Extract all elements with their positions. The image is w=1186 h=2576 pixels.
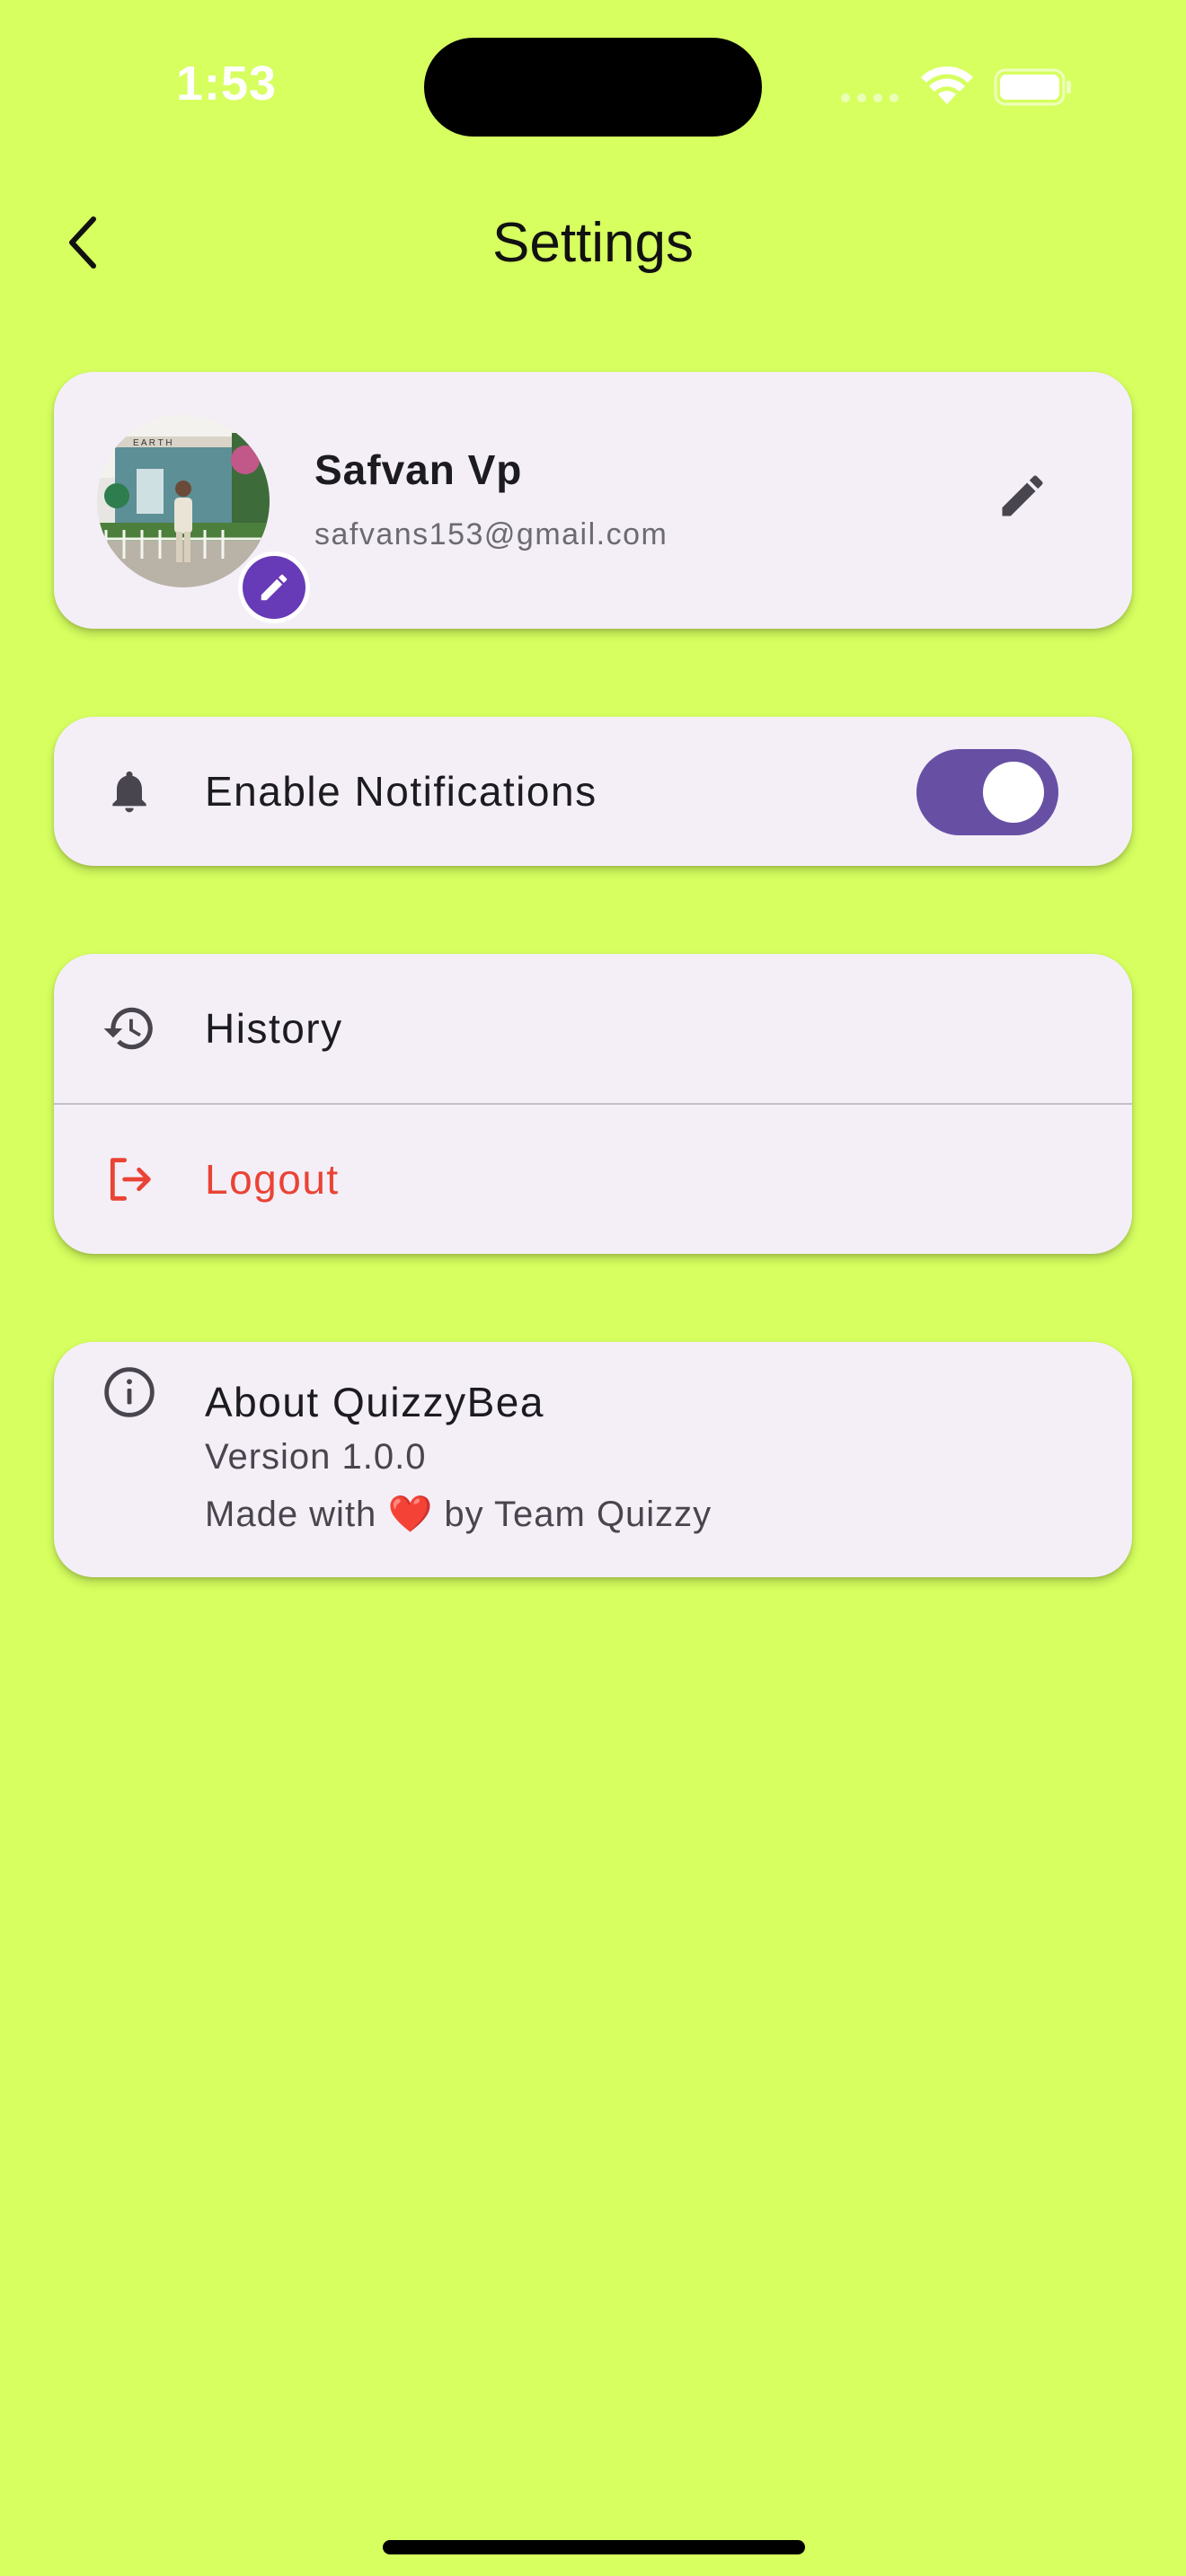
about-title: About QuizzyBea (205, 1379, 544, 1425)
status-bar: 1:53 (0, 0, 1186, 171)
edit-profile-button[interactable] (987, 460, 1058, 532)
home-indicator (383, 2540, 805, 2554)
avatar[interactable]: E A R T H (97, 415, 270, 587)
about-card: About QuizzyBea Version 1.0.0 Made with … (54, 1342, 1132, 1577)
profile-card[interactable]: E A R T H Safvan Vp safvans153@gmail.com (54, 372, 1132, 629)
avatar-container[interactable]: E A R T H (97, 415, 310, 623)
logout-icon (101, 1151, 158, 1208)
logout-label: Logout (205, 1156, 340, 1203)
credits-prefix: Made with (205, 1495, 377, 1534)
avatar-photo: E A R T H (97, 415, 270, 587)
notifications-label: Enable Notifications (205, 768, 597, 815)
wifi-icon (921, 66, 973, 104)
menu-item-history[interactable]: History (54, 954, 1132, 1103)
info-icon (101, 1363, 158, 1421)
pencil-icon (261, 574, 288, 601)
bell-icon (101, 763, 158, 820)
notifications-toggle[interactable] (916, 749, 1058, 835)
svg-text:E A R T H: E A R T H (133, 438, 173, 448)
avatar-edit-button[interactable] (238, 551, 310, 623)
menu-item-logout[interactable]: Logout (54, 1105, 1132, 1254)
app-bar: Settings (0, 189, 1186, 296)
dynamic-island (424, 38, 762, 137)
battery-icon (994, 68, 1071, 106)
notifications-card: Enable Notifications (54, 717, 1132, 866)
pencil-icon (1002, 475, 1043, 516)
toggle-knob (983, 762, 1044, 823)
profile-name: Safvan Vp (314, 446, 523, 493)
history-label: History (205, 1005, 343, 1052)
heart-icon: ❤️ (387, 1495, 434, 1534)
signal-icon (841, 93, 900, 106)
about-version: Version 1.0.0 (205, 1437, 427, 1477)
profile-email: safvans153@gmail.com (314, 517, 668, 551)
about-credits: Made with ❤️ by Team Quizzy (205, 1493, 712, 1535)
menu-card: History Logout (54, 954, 1132, 1254)
credits-suffix: by Team Quizzy (444, 1495, 712, 1534)
history-icon (101, 1000, 158, 1057)
page-title: Settings (491, 212, 695, 274)
status-time: 1:53 (176, 57, 278, 110)
